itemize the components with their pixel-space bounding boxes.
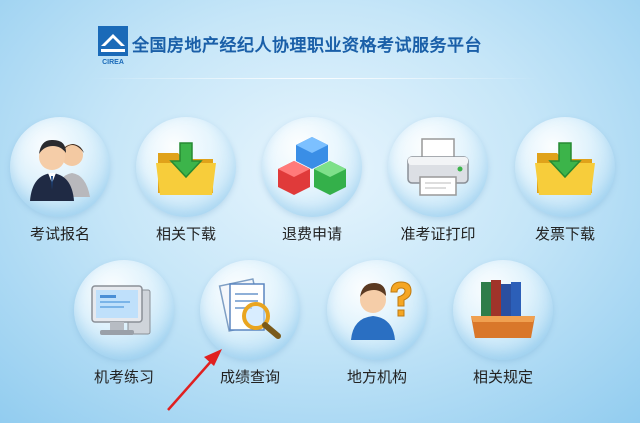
computer-icon — [91, 285, 151, 335]
tile-bubble — [388, 117, 488, 217]
tile-bubble — [327, 260, 427, 360]
tile-invoice-download[interactable]: 发票下载 — [505, 117, 625, 247]
tile-label: 发票下载 — [534, 225, 595, 243]
tile-bubble — [200, 260, 300, 360]
person-question-icon — [351, 281, 412, 340]
tile-bubble — [262, 117, 362, 217]
printer-icon — [407, 138, 469, 196]
tile-bubble — [10, 117, 110, 217]
tile-label: 准考证打印 — [400, 225, 476, 243]
tile-related-regulations[interactable]: 相关规定 — [443, 260, 563, 390]
header-divider — [90, 78, 540, 79]
cirea-logo: CIREA — [98, 26, 128, 66]
tile-label: 成绩查询 — [219, 368, 280, 386]
cubes-icon — [278, 137, 346, 195]
tile-label: 相关规定 — [472, 368, 533, 386]
folder-download-icon — [535, 142, 595, 195]
svg-text:CIREA: CIREA — [102, 59, 124, 66]
tile-label: 退费申请 — [281, 225, 342, 243]
tile-admission-ticket-print[interactable]: 准考证打印 — [378, 117, 498, 247]
tile-related-downloads[interactable]: 相关下载 — [126, 117, 246, 247]
tile-bubble — [136, 117, 236, 217]
books-icon — [471, 280, 535, 338]
tile-computer-exam-practice[interactable]: 机考练习 — [64, 260, 184, 390]
tile-refund-application[interactable]: 退费申请 — [252, 117, 372, 247]
tile-label: 考试报名 — [29, 225, 90, 243]
tile-local-institutions[interactable]: 地方机构 — [317, 260, 437, 390]
tile-score-inquiry[interactable]: 成绩查询 — [190, 260, 310, 390]
tile-exam-registration[interactable]: 考试报名 — [0, 117, 120, 247]
tile-label: 地方机构 — [346, 368, 407, 386]
tile-bubble — [515, 117, 615, 217]
document-search-icon — [218, 278, 281, 339]
folder-download-icon — [156, 142, 216, 195]
page-title: 全国房地产经纪人协理职业资格考试服务平台 — [132, 36, 482, 56]
tile-bubble — [74, 260, 174, 360]
users-icon — [30, 139, 90, 201]
tile-bubble — [453, 260, 553, 360]
tile-label: 相关下载 — [155, 225, 216, 243]
tile-label: 机考练习 — [93, 368, 154, 386]
